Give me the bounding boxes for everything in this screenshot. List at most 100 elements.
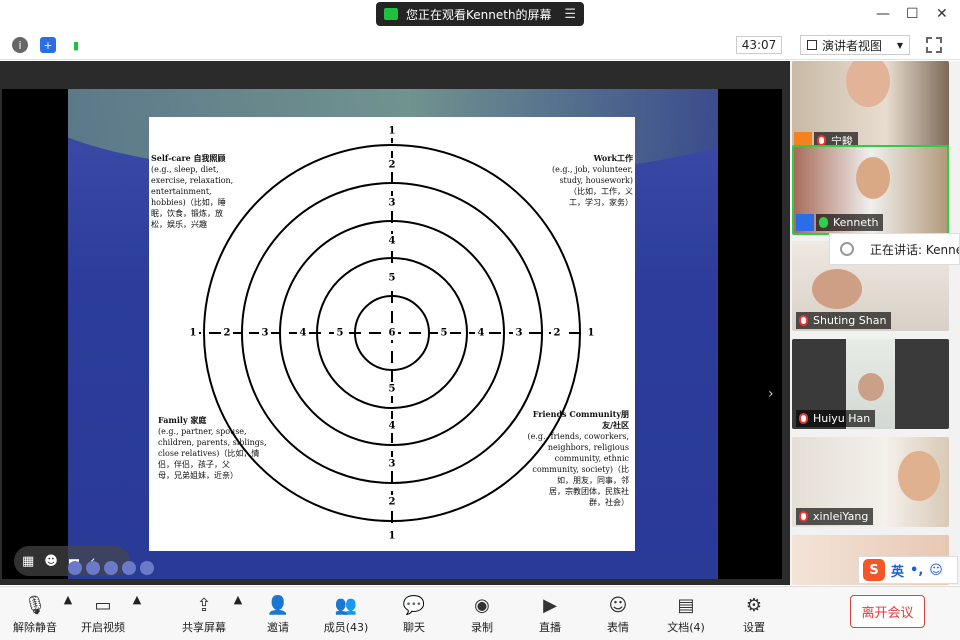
slide-menu-icon[interactable] [104, 561, 118, 575]
speaker-icon [840, 242, 854, 256]
share-camera-icon [384, 8, 398, 20]
ring-number-label: 4 [389, 236, 396, 247]
live-stream-button[interactable]: ▶ 直播 [518, 593, 582, 635]
prev-slide-icon[interactable] [68, 561, 82, 575]
record-button[interactable]: ◉ 录制 [450, 593, 514, 635]
presentation-left-margin [2, 89, 68, 579]
ime-emoji-icon[interactable]: ☺ [929, 563, 943, 578]
screen-share-notice[interactable]: 您正在观看Kenneth的屏幕 ☰ [376, 2, 584, 26]
minimize-button[interactable]: — [876, 6, 890, 22]
invite-button[interactable]: 👤 邀请 [246, 593, 310, 635]
quadrant-body-line: 母，兄弟姐妹，近亲） [158, 471, 238, 480]
quadrant-body-line: 群，社会） [589, 498, 629, 507]
participant-tile[interactable]: xinleiYang [792, 437, 949, 527]
collapse-gallery-arrow[interactable]: › [768, 386, 774, 402]
participant-label: Huiyu Han [796, 410, 876, 427]
documents-button[interactable]: ▤ 文档(4) [654, 593, 718, 635]
participant-name: xinleiYang [813, 510, 869, 523]
participant-name: Kenneth [833, 216, 879, 229]
close-button[interactable]: ✕ [936, 6, 948, 22]
live-icon: ▶ [543, 595, 557, 616]
signal-icon[interactable]: ▮ [68, 37, 84, 53]
emoji-icon[interactable]: ☻ [44, 554, 58, 569]
ring-number-label: 2 [389, 497, 396, 508]
quadrant-body-line: hobbies)（比如，睡 [151, 198, 226, 207]
speaker-view-icon [807, 40, 817, 50]
chat-button[interactable]: 💬 聊天 [382, 593, 446, 635]
view-mode-label: 演讲者视图 [822, 38, 883, 53]
ring-number-label: 1 [588, 328, 595, 339]
share-screen-label: 共享屏幕 [182, 621, 226, 634]
mic-muted-icon [799, 511, 808, 522]
cohost-icon [796, 214, 814, 231]
settings-button[interactable]: ⚙ 设置 [722, 593, 786, 635]
participant-tile[interactable]: 宁畯 [792, 61, 949, 151]
settings-label: 设置 [743, 621, 765, 634]
slide-navigation [68, 561, 154, 577]
ring-number-label: 5 [389, 384, 396, 395]
live-label: 直播 [539, 621, 561, 634]
record-icon: ◉ [474, 595, 490, 616]
meeting-toolbar: 🎙 解除静音 ▲ ▭ 开启视频 ▲ ⇪ 共享屏幕 ▲ 👤 邀请 👥 成员(43)… [0, 586, 960, 640]
next-slide-icon[interactable] [140, 561, 154, 575]
active-speaker-text: 正在讲话: Kenne [870, 242, 960, 257]
quadrant-body-line: community, ethnic [554, 454, 629, 463]
ring-number-label: 1 [389, 126, 396, 137]
unmute-label: 解除静音 [13, 621, 57, 634]
participants-label: 成员(43) [323, 621, 369, 634]
ime-punctuation[interactable]: •, [910, 563, 923, 578]
quadrant-body-line: 居，宗教团体，民族社 [549, 487, 629, 496]
ring-number-label: 3 [389, 198, 396, 209]
ring-number-label: 5 [337, 328, 344, 339]
participants-button[interactable]: 👥 成员(43) [314, 593, 378, 635]
quadrant-body-line: exercise, relaxation, [151, 176, 234, 185]
quadrant-family: Family 家庭 (e.g., partner, spouse, childr… [158, 415, 270, 481]
more-icon[interactable] [122, 561, 136, 575]
participant-face [812, 269, 862, 309]
quadrant-body-line: 如，朋友，同事，邻 [557, 476, 629, 485]
grid-icon[interactable]: ▦ [22, 554, 34, 569]
chat-icon: 💬 [402, 595, 426, 616]
quadrant-body-line: (e.g., job, volunteer, [551, 165, 633, 174]
security-shield-icon[interactable]: + [40, 37, 56, 53]
ime-logo-icon: S [863, 559, 885, 581]
share-notice-text: 您正在观看Kenneth的屏幕 [406, 7, 552, 22]
ime-language[interactable]: 英 [891, 561, 904, 580]
participant-tile-active[interactable]: Kenneth [792, 145, 949, 235]
meeting-top-bar: i + ▮ 43:07 演讲者视图 ▼ [0, 30, 960, 60]
participant-label: Kenneth [816, 214, 884, 231]
mic-on-icon [819, 217, 828, 228]
ring-number-label: 1 [190, 328, 197, 339]
participant-name: Shuting Shan [813, 314, 887, 327]
mic-muted-icon [799, 315, 808, 326]
quadrant-friends-community: Friends Community朋 友/社区 (e.g., friends, … [521, 409, 629, 508]
quadrant-title: Work工作 [593, 153, 633, 163]
ring-number-label: 4 [389, 421, 396, 432]
documents-label: 文档(4) [667, 621, 705, 634]
quadrant-body-line: (e.g., friends, coworkers, [527, 432, 629, 441]
presentation-right-margin [718, 89, 782, 579]
quadrant-body-line: neighbors, religious [547, 443, 629, 452]
video-options-caret[interactable]: ▲ [105, 593, 169, 606]
input-method-bar[interactable]: S 英 •, ☺ [858, 556, 958, 584]
view-mode-button[interactable]: 演讲者视图 ▼ [800, 35, 910, 55]
quadrant-body-line: community, society)（比 [532, 465, 629, 474]
ring-number-label: 5 [441, 328, 448, 339]
fullscreen-icon[interactable] [926, 37, 942, 53]
chat-label: 聊天 [403, 621, 425, 634]
quadrant-body-line: study, housework) [559, 176, 633, 185]
reactions-button[interactable]: ☺ 表情 [586, 593, 650, 635]
ring-number-label: 3 [262, 328, 269, 339]
info-icon[interactable]: i [12, 37, 28, 53]
pen-icon[interactable] [86, 561, 100, 575]
ring-number-label: 2 [389, 160, 396, 171]
quadrant-body-line: 眠，饮食，锻炼，放 [151, 209, 223, 218]
maximize-button[interactable]: ☐ [906, 6, 919, 22]
quadrant-body-line: entertainment, [151, 187, 212, 196]
quadrant-title: Self-care 自我照顾 [151, 153, 226, 163]
leave-meeting-button[interactable]: 离开会议 [850, 595, 925, 628]
share-options-icon[interactable]: ☰ [564, 7, 576, 22]
participant-tile[interactable]: Huiyu Han [792, 339, 949, 429]
quadrant-body-line: close relatives)（比如，情 [158, 449, 260, 458]
quadrant-title-line2: 友/社区 [602, 420, 629, 430]
